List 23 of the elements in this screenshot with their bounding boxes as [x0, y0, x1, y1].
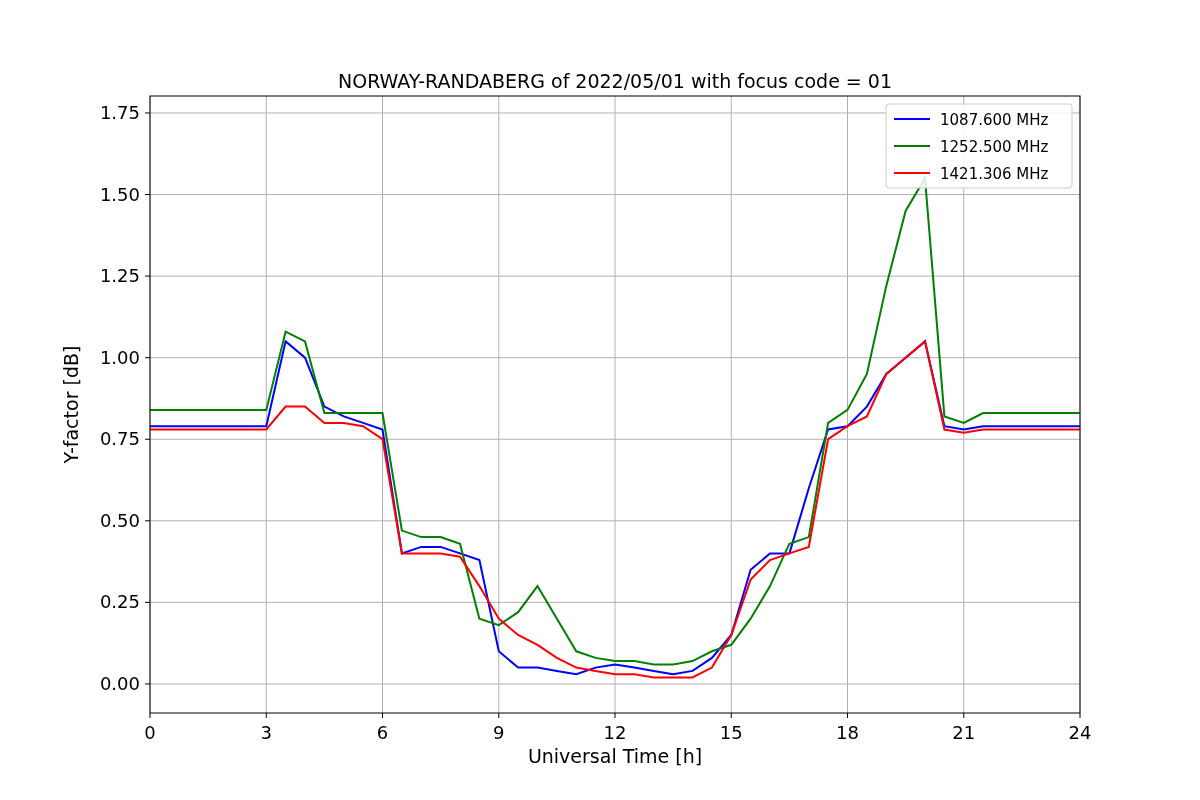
legend-label: 1252.500 MHz: [940, 138, 1049, 156]
tick-label: 1.25: [99, 265, 140, 287]
tick-label: 1.50: [99, 183, 140, 205]
tick-label: 1.75: [99, 101, 140, 123]
tick-label: 15: [719, 722, 743, 743]
tick-label: 18: [836, 722, 859, 743]
tick-label: 6: [376, 722, 389, 743]
tick-label: 9: [493, 722, 505, 743]
tick-label: 12: [603, 722, 627, 743]
tick-label: 21: [952, 722, 976, 743]
tick-label: 0.75: [99, 428, 140, 450]
legend-label: 1421.306 MHz: [940, 165, 1049, 183]
tick-label: 0.50: [99, 509, 140, 531]
chart-title: NORWAY-RANDABERG of 2022/05/01 with focus code = 01: [338, 70, 892, 92]
axis-label: Universal Time [h]: [527, 745, 703, 767]
tick-label: 1.00: [99, 346, 140, 368]
tick-label: 3: [260, 722, 272, 743]
tick-label: 0: [144, 722, 156, 743]
tick-label: 24: [1068, 722, 1092, 743]
legend-label: 1087.600 MHz: [940, 111, 1049, 129]
tick-label: 0.00: [99, 672, 140, 694]
tick-label: 0.25: [99, 591, 140, 613]
axis-label: Y-factor [dB]: [60, 345, 82, 464]
